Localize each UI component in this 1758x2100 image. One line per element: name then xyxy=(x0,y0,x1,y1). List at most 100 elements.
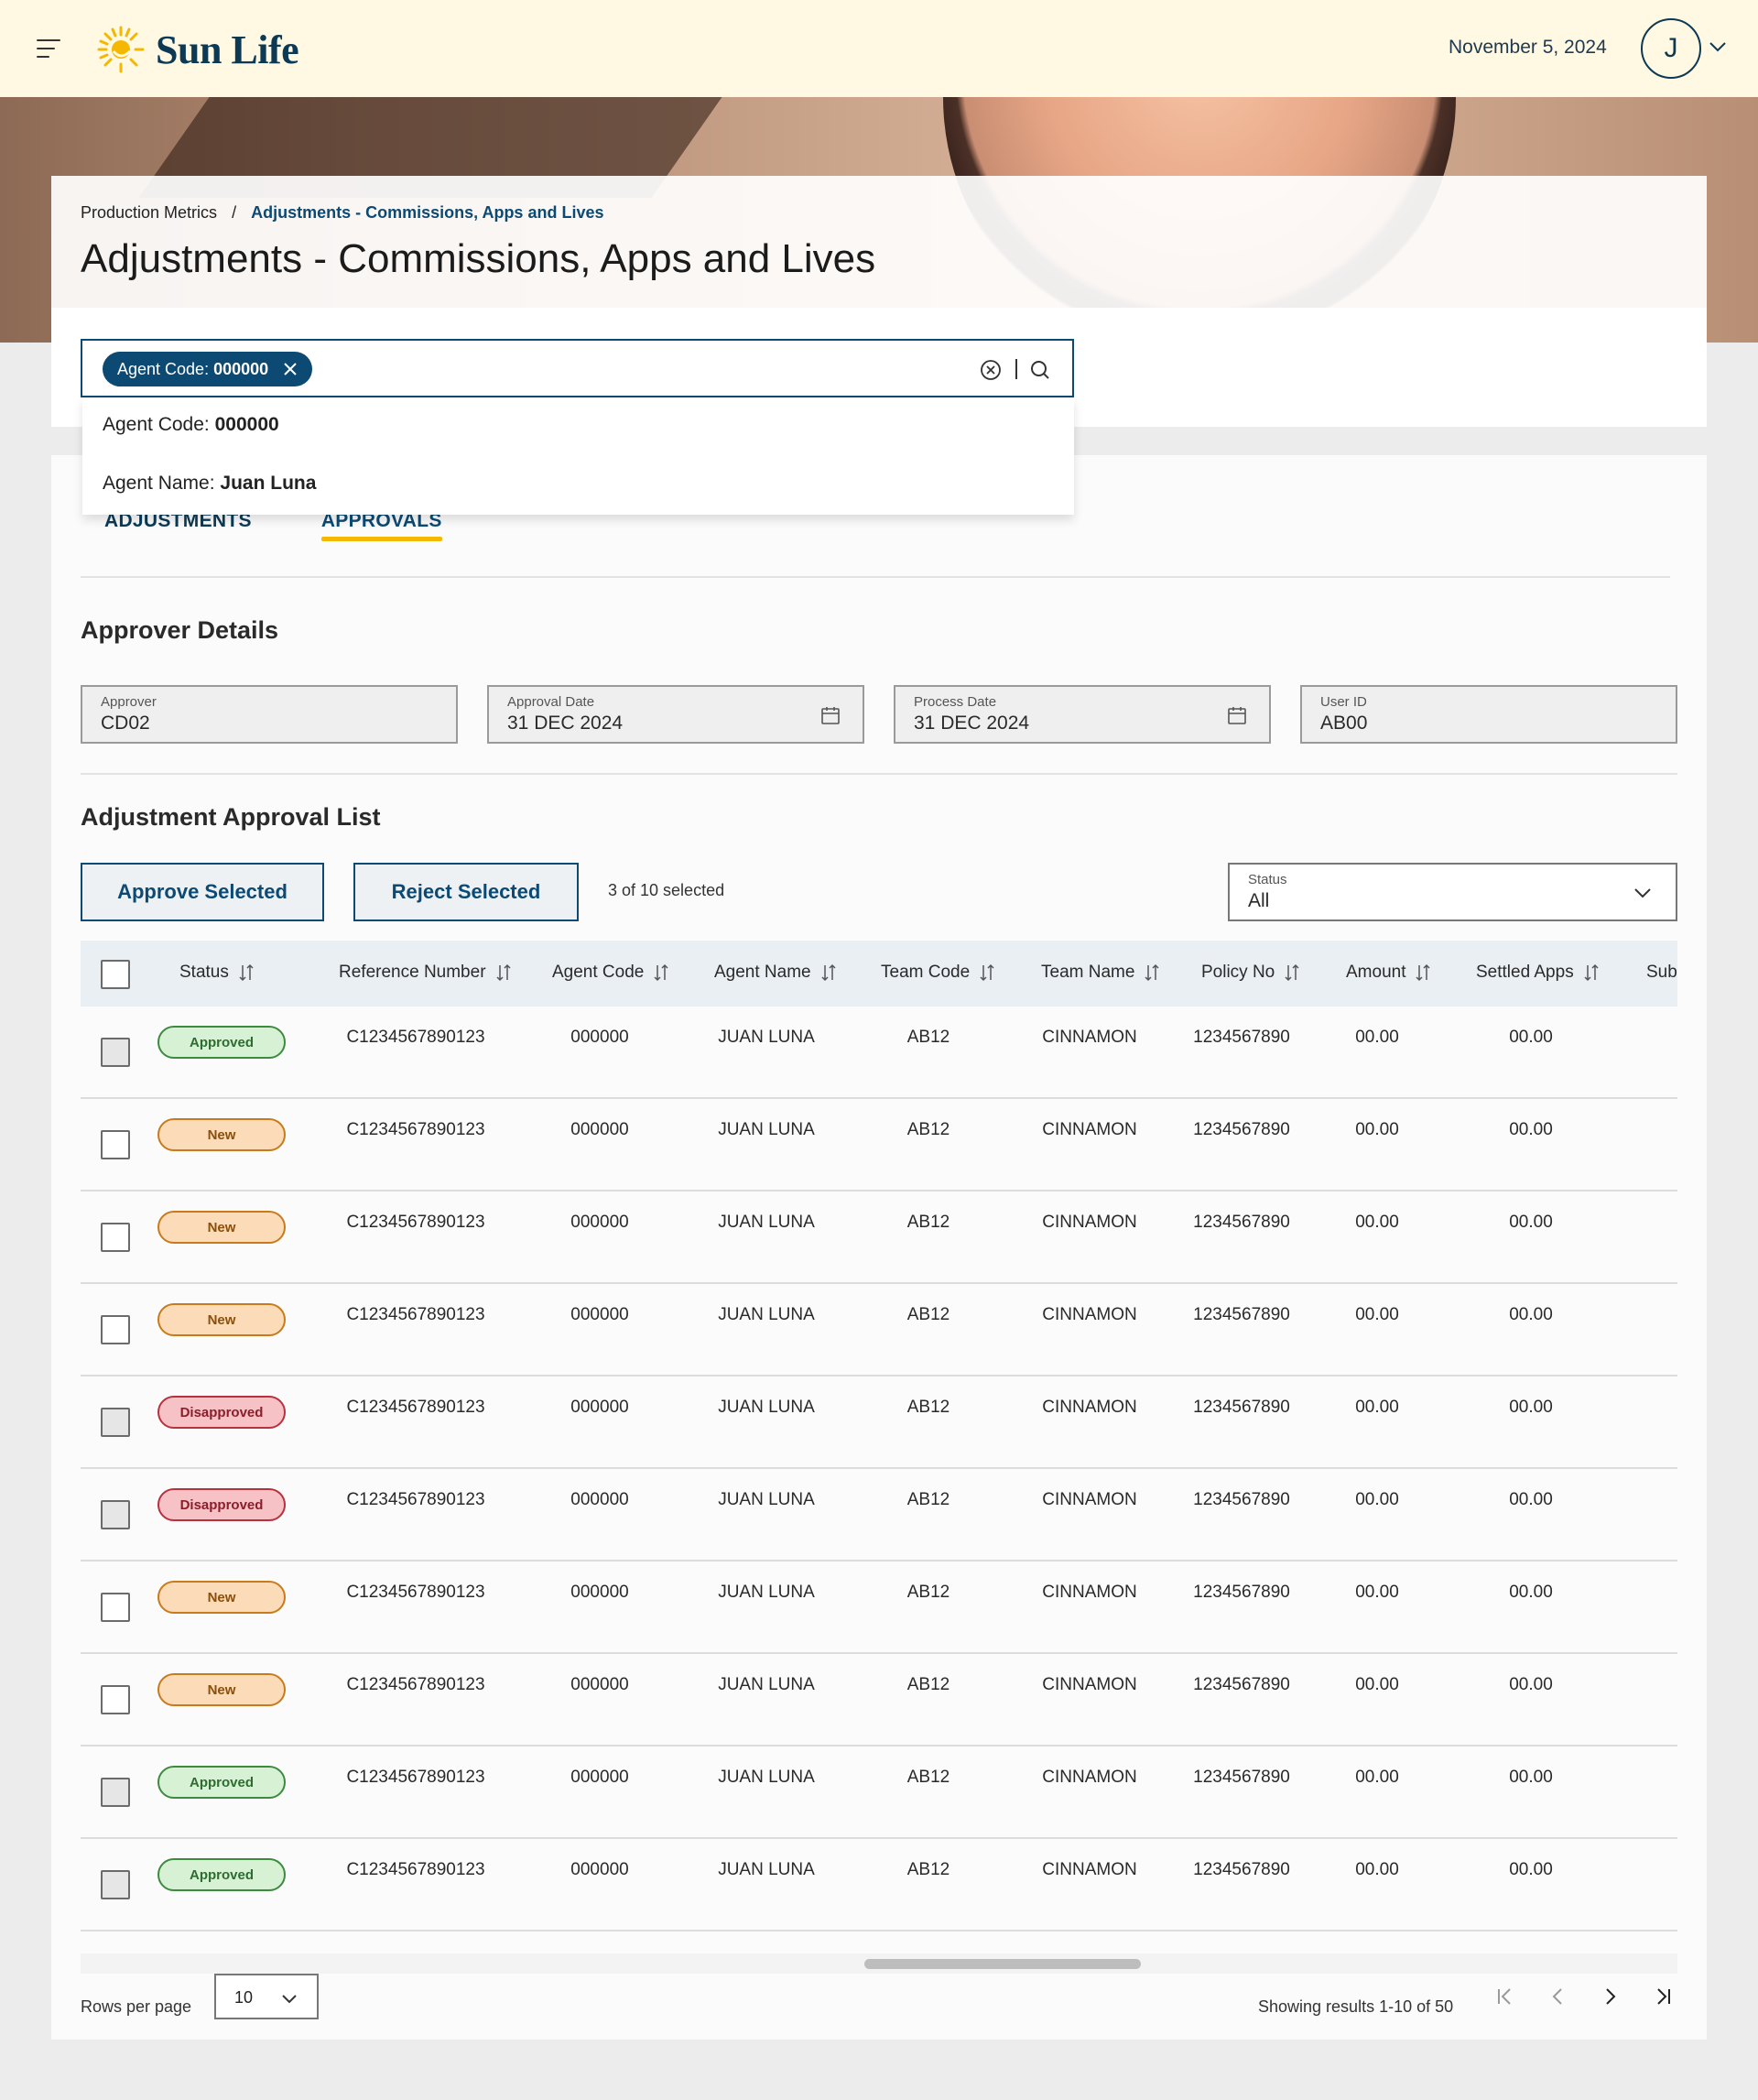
cell-policy: 1234567890 xyxy=(1193,1583,1290,1602)
cell-ref: C1234567890123 xyxy=(346,1305,485,1324)
cell-amount: 00.00 xyxy=(1355,1583,1399,1602)
last-page-icon[interactable] xyxy=(1652,1985,1676,2008)
column-header[interactable]: Sub xyxy=(1646,963,1677,983)
column-header[interactable]: Agent Name xyxy=(714,963,837,983)
column-header[interactable]: Team Code xyxy=(881,963,995,983)
cell-amount: 00.00 xyxy=(1355,1120,1399,1139)
filter-chip-agent-code[interactable]: Agent Code: 000000 xyxy=(103,352,313,386)
sort-icon[interactable] xyxy=(1144,963,1160,982)
table-row[interactable]: New C1234567890123 000000 JUAN LUNA AB12 CINN… xyxy=(81,1654,1677,1746)
calendar-icon xyxy=(1228,707,1246,724)
horizontal-scrollbar[interactable] xyxy=(81,1953,1677,1974)
column-header[interactable]: Policy No xyxy=(1201,963,1300,983)
process-date-field: Process Date 31 DEC 2024 xyxy=(894,685,1271,744)
row-checkbox[interactable] xyxy=(101,1593,130,1622)
table-row[interactable]: Approved C1234567890123 000000 JUAN LUNA AB1… xyxy=(81,1839,1677,1931)
row-checkbox[interactable] xyxy=(101,1038,130,1067)
cell-ref: C1234567890123 xyxy=(346,1398,485,1417)
table-row[interactable]: Disapproved C1234567890123 000000 JUAN LUNA… xyxy=(81,1376,1677,1469)
cell-agent-name: JUAN LUNA xyxy=(718,1860,815,1879)
breadcrumb-link-production-metrics[interactable]: Production Metrics xyxy=(81,203,217,223)
cell-team-name: CINNAMON xyxy=(1042,1490,1137,1509)
first-page-icon[interactable] xyxy=(1492,1985,1516,2008)
status-badge: Approved xyxy=(157,1766,286,1799)
sort-icon[interactable] xyxy=(1284,963,1300,982)
status-badge: New xyxy=(157,1303,286,1336)
search-icon[interactable] xyxy=(1029,359,1051,381)
rows-per-page-select[interactable]: 10 xyxy=(214,1974,319,2019)
sort-icon[interactable] xyxy=(1415,963,1431,982)
user-id-field: User ID AB00 xyxy=(1300,685,1677,744)
select-all-checkbox[interactable] xyxy=(101,960,130,989)
cell-amount: 00.00 xyxy=(1355,1768,1399,1787)
rows-per-page-label: Rows per page xyxy=(81,1997,192,2016)
cell-ref: C1234567890123 xyxy=(346,1120,485,1139)
sun-logo-icon xyxy=(97,26,145,73)
cell-amount: 00.00 xyxy=(1355,1490,1399,1509)
column-header[interactable]: Reference Number xyxy=(339,963,512,983)
clear-search-icon[interactable] xyxy=(980,359,1002,381)
column-header[interactable]: Status xyxy=(179,963,255,983)
sun-life-logo[interactable]: Sun Life xyxy=(95,24,299,75)
row-checkbox[interactable] xyxy=(101,1223,130,1252)
row-checkbox[interactable] xyxy=(101,1685,130,1714)
cell-policy: 1234567890 xyxy=(1193,1028,1290,1047)
cell-team-code: AB12 xyxy=(906,1213,950,1232)
row-checkbox[interactable] xyxy=(101,1315,130,1344)
suggestion-agent-name[interactable]: Agent Name: Juan Luna xyxy=(103,473,316,495)
cell-amount: 00.00 xyxy=(1355,1675,1399,1694)
cell-policy: 1234567890 xyxy=(1193,1213,1290,1232)
approve-selected-button[interactable]: Approve Selected xyxy=(81,863,324,921)
status-filter-select[interactable]: Status All xyxy=(1228,863,1677,921)
cell-team-name: CINNAMON xyxy=(1042,1675,1137,1694)
chevron-down-icon[interactable] xyxy=(1709,40,1727,53)
cell-settled: 00.00 xyxy=(1509,1675,1553,1694)
table-row[interactable]: Approved C1234567890123 000000 JUAN LUNA AB1… xyxy=(81,1746,1677,1839)
cell-settled: 00.00 xyxy=(1509,1028,1553,1047)
close-icon[interactable] xyxy=(283,362,298,376)
cell-team-code: AB12 xyxy=(906,1675,950,1694)
previous-page-icon[interactable] xyxy=(1546,1985,1569,2008)
sort-icon[interactable] xyxy=(653,963,669,982)
breadcrumb-separator: / xyxy=(232,203,237,222)
row-checkbox[interactable] xyxy=(101,1408,130,1437)
table-row[interactable]: New C1234567890123 000000 JUAN LUNA AB12 CINN… xyxy=(81,1191,1677,1284)
cell-team-code: AB12 xyxy=(906,1768,950,1787)
table-row[interactable]: Approved C1234567890123 000000 JUAN LUNA AB1… xyxy=(81,1006,1677,1099)
table-row[interactable]: Disapproved C1234567890123 000000 JUAN LUNA… xyxy=(81,1469,1677,1561)
sort-icon[interactable] xyxy=(495,963,512,982)
user-avatar[interactable]: J xyxy=(1641,18,1701,79)
sort-icon[interactable] xyxy=(820,963,837,982)
next-page-icon[interactable] xyxy=(1599,1985,1622,2008)
sort-icon[interactable] xyxy=(238,963,255,982)
row-checkbox[interactable] xyxy=(101,1778,130,1807)
main-panel: ADJUSTMENTS APPROVALS Approver Details A… xyxy=(51,455,1707,2040)
status-badge: Approved xyxy=(157,1858,286,1891)
sort-icon[interactable] xyxy=(1583,963,1600,982)
row-checkbox[interactable] xyxy=(101,1500,130,1529)
chevron-down-icon xyxy=(282,1995,297,2004)
column-header[interactable]: Team Name xyxy=(1041,963,1160,983)
hamburger-menu-icon[interactable] xyxy=(37,38,60,60)
scrollbar-thumb[interactable] xyxy=(864,1959,1141,1969)
cell-policy: 1234567890 xyxy=(1193,1398,1290,1417)
sort-icon[interactable] xyxy=(979,963,995,982)
page-title: Adjustments - Commissions, Apps and Live… xyxy=(81,236,876,281)
approver-fields: Approver CD02 Approval Date 31 DEC 2024 … xyxy=(81,685,1677,744)
column-header[interactable]: Amount xyxy=(1346,963,1431,983)
results-count: Showing results 1-10 of 50 xyxy=(1258,1997,1454,2016)
cell-settled: 00.00 xyxy=(1509,1120,1553,1139)
suggestion-agent-code[interactable]: Agent Code: 000000 xyxy=(103,414,279,436)
table-row[interactable]: New C1234567890123 000000 JUAN LUNA AB12 CINN… xyxy=(81,1284,1677,1376)
tabs-divider xyxy=(81,576,1670,578)
status-badge: New xyxy=(157,1581,286,1614)
column-header[interactable]: Settled Apps xyxy=(1476,963,1600,983)
row-checkbox[interactable] xyxy=(101,1130,130,1159)
column-header[interactable]: Agent Code xyxy=(552,963,669,983)
cell-team-code: AB12 xyxy=(906,1583,950,1602)
search-input[interactable]: Agent Code: 000000 xyxy=(81,339,1074,397)
table-row[interactable]: New C1234567890123 000000 JUAN LUNA AB12 CINN… xyxy=(81,1561,1677,1654)
row-checkbox[interactable] xyxy=(101,1870,130,1899)
table-row[interactable]: New C1234567890123 000000 JUAN LUNA AB12 CINN… xyxy=(81,1099,1677,1191)
reject-selected-button[interactable]: Reject Selected xyxy=(353,863,579,921)
